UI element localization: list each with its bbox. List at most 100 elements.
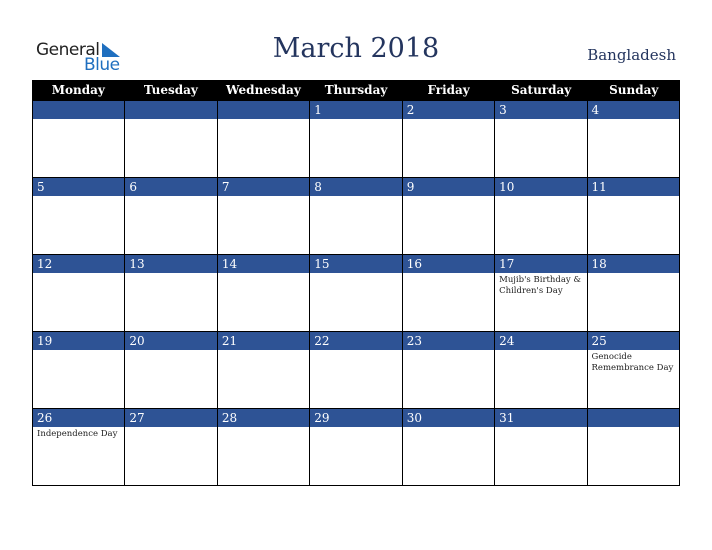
day-cell[interactable]: 22: [309, 332, 402, 409]
calendar-grid: Monday Tuesday Wednesday Thursday Friday…: [32, 80, 680, 486]
day-number: 15: [310, 255, 402, 273]
day-number: 16: [402, 255, 495, 273]
holiday-label: [218, 273, 309, 277]
day-number: [33, 101, 125, 119]
day-cell[interactable]: 18: [586, 255, 680, 332]
week-row: 1234: [32, 101, 680, 178]
day-cell[interactable]: 26 Independence Day: [32, 409, 125, 486]
holiday-label: [495, 427, 586, 431]
day-cell[interactable]: 23: [401, 332, 495, 409]
day-number: 20: [125, 332, 217, 350]
day-number: 5: [33, 178, 125, 196]
day-cell[interactable]: 15: [309, 255, 402, 332]
holiday-label: [310, 350, 401, 354]
holiday-label: [310, 196, 401, 200]
day-number: [125, 101, 217, 119]
day-cell[interactable]: 11: [586, 178, 680, 255]
day-cell[interactable]: [216, 101, 310, 178]
country-label: Bangladesh: [587, 46, 676, 64]
holiday-label: [403, 350, 494, 354]
holiday-label: [33, 273, 124, 277]
day-cell[interactable]: 16: [401, 255, 495, 332]
day-number: 29: [310, 409, 402, 427]
holiday-label: [125, 427, 216, 431]
day-cell[interactable]: 8: [309, 178, 402, 255]
day-number: 1: [310, 101, 402, 119]
day-cell[interactable]: 12: [32, 255, 125, 332]
day-number: 23: [402, 332, 495, 350]
holiday-label: [125, 119, 216, 123]
day-number: 12: [33, 255, 125, 273]
holiday-label: [310, 273, 401, 277]
week-row: 12 13 14 15 16 17 Mujib's Birthday & Children'…: [32, 255, 680, 332]
holiday-label: [33, 350, 124, 354]
holiday-label: [310, 119, 401, 123]
day-number: 4: [587, 101, 679, 119]
week-row: 26 Independence Day 27 28 29 30 31: [32, 409, 680, 486]
day-cell[interactable]: [124, 101, 217, 178]
day-number: [587, 409, 679, 427]
day-number: [217, 101, 310, 119]
holiday-label: [588, 119, 679, 123]
day-cell[interactable]: 14: [216, 255, 310, 332]
day-cell[interactable]: 21: [216, 332, 310, 409]
day-number: 28: [217, 409, 310, 427]
day-cell[interactable]: 19: [32, 332, 125, 409]
week-row: 5 6 7 8 9 10 11: [32, 178, 680, 255]
holiday-label: [218, 427, 309, 431]
holiday-label: [218, 196, 309, 200]
day-cell[interactable]: 2: [401, 101, 495, 178]
weekday-header: Wednesday: [226, 83, 301, 97]
day-cell[interactable]: 6: [124, 178, 217, 255]
holiday-label: [125, 196, 216, 200]
day-cell[interactable]: 25 Genocide Remembrance Day: [586, 332, 680, 409]
day-cell[interactable]: 29: [309, 409, 402, 486]
holiday-label: [403, 273, 494, 277]
holiday-label: [588, 427, 679, 431]
holiday-label: [403, 196, 494, 200]
day-number: 7: [217, 178, 310, 196]
day-cell[interactable]: 7: [216, 178, 310, 255]
day-number: 10: [495, 178, 587, 196]
holiday-label: [33, 119, 124, 123]
day-cell[interactable]: 30: [401, 409, 495, 486]
holiday-label: [125, 350, 216, 354]
holiday-label: [403, 119, 494, 123]
day-cell[interactable]: 28: [216, 409, 310, 486]
day-cell[interactable]: 10: [494, 178, 587, 255]
day-cell[interactable]: 3: [494, 101, 587, 178]
weekday-header: Sunday: [609, 83, 659, 97]
holiday-label: [218, 350, 309, 354]
holiday-label: Genocide Remembrance Day: [591, 352, 674, 373]
holiday-label: [218, 119, 309, 123]
day-cell[interactable]: 5: [32, 178, 125, 255]
day-cell[interactable]: 4: [586, 101, 680, 178]
day-cell[interactable]: 20: [124, 332, 217, 409]
day-cell[interactable]: 31: [494, 409, 587, 486]
weekday-header: Tuesday: [143, 83, 198, 97]
weekday-header: Saturday: [511, 83, 572, 97]
holiday-label: [125, 273, 216, 277]
day-number: 19: [33, 332, 125, 350]
day-number: 30: [402, 409, 495, 427]
day-cell[interactable]: 9: [401, 178, 495, 255]
holiday-label: [588, 196, 679, 200]
day-cell[interactable]: [586, 409, 680, 486]
day-number: 17: [495, 255, 587, 273]
day-number: 25: [587, 332, 679, 350]
day-cell[interactable]: 17 Mujib's Birthday & Children's Day: [494, 255, 587, 332]
day-cell[interactable]: 27: [124, 409, 217, 486]
day-cell[interactable]: [32, 101, 125, 178]
holiday-label: [495, 350, 586, 354]
day-number: 8: [310, 178, 402, 196]
holiday-label: [33, 196, 124, 200]
day-number: 13: [125, 255, 217, 273]
holiday-label: [495, 196, 586, 200]
day-cell[interactable]: 13: [124, 255, 217, 332]
holiday-label: [495, 119, 586, 123]
week-row: 19 20 21 22 23 24 25 Genocide Remembrance Day: [32, 332, 680, 409]
day-number: 3: [495, 101, 587, 119]
day-cell[interactable]: 24: [494, 332, 587, 409]
day-number: 22: [310, 332, 402, 350]
day-cell[interactable]: 1: [309, 101, 402, 178]
